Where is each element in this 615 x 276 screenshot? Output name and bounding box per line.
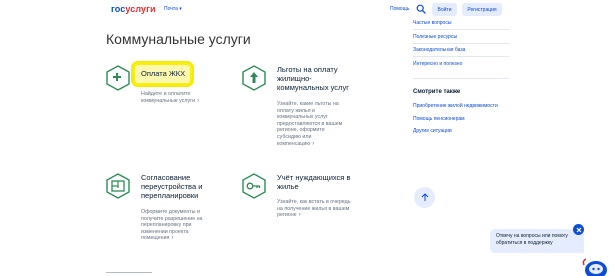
- help-link[interactable]: Помощь: [390, 6, 409, 12]
- gosuslugi-logo[interactable]: госуслуги: [111, 4, 156, 14]
- scroll-up-button[interactable]: [414, 187, 435, 208]
- chevron-right-icon[interactable]: ›: [197, 98, 199, 104]
- sidebar-divider: [413, 78, 509, 79]
- sidebar-link-other[interactable]: Другие ситуации: [413, 128, 452, 134]
- card-desc-replanning: Оформите документы и получите разрешение…: [141, 209, 203, 242]
- chevron-right-icon[interactable]: ›: [312, 141, 314, 147]
- sidebar-divider: [413, 56, 509, 57]
- sidebar-link-real-estate[interactable]: Приобретение жилой недвижимости: [413, 103, 498, 109]
- page-title: Коммунальные услуги: [106, 31, 251, 47]
- card-title-housing-queue[interactable]: Учёт нуждающихся в жилье: [277, 173, 357, 191]
- chevron-right-icon[interactable]: ›: [171, 235, 173, 241]
- card-title-zhkh[interactable]: Оплата ЖКХ: [141, 69, 189, 78]
- arrow-up-icon: [421, 193, 428, 201]
- key-icon: [242, 173, 266, 199]
- card-desc-benefits: Узнайте, какие льготы на оплату жилья и …: [277, 101, 343, 147]
- floorplan-icon: [106, 173, 130, 199]
- login-button[interactable]: Войти: [432, 3, 457, 16]
- register-button[interactable]: Регистрация: [462, 3, 502, 16]
- chevron-right-icon[interactable]: ›: [299, 212, 301, 218]
- card-desc-zhkh: Найдите и оплатите коммунальные услуги ›: [141, 91, 200, 104]
- sidebar-divider: [413, 29, 509, 30]
- sidebar-link-legislation[interactable]: Законодательная база: [413, 47, 465, 53]
- robot-assistant-icon[interactable]: [581, 256, 611, 276]
- search-icon[interactable]: [416, 4, 426, 14]
- top-header: госуслуги Почта ▾ Помощь Войти Регистрац…: [0, 0, 615, 20]
- card-desc-housing-queue: Узнайте, как встать в очередь на получен…: [277, 199, 351, 219]
- benefits-icon: [242, 65, 266, 91]
- sidebar-divider: [413, 43, 509, 44]
- sidebar-link-resources[interactable]: Полезные ресурсы: [413, 34, 457, 40]
- card-title-benefits[interactable]: Льготы на оплату жилищно-коммунальных ус…: [277, 65, 363, 92]
- sidebar-link-pensioners[interactable]: Помощь пенсионерам: [413, 116, 465, 122]
- footer-edge: [106, 272, 152, 276]
- card-title-replanning[interactable]: Согласование переустройства и перепланир…: [141, 173, 221, 200]
- sidebar-link-interesting[interactable]: Интересно и полезно: [413, 61, 462, 67]
- sidebar-link-faq[interactable]: Частые вопросы: [413, 20, 451, 26]
- see-also-heading: Смотрите также: [413, 89, 461, 95]
- chat-bubble[interactable]: Отвечу на вопросы или помогу обратиться …: [490, 229, 584, 253]
- close-icon[interactable]: [573, 224, 584, 235]
- location-selector[interactable]: Почта ▾: [164, 6, 182, 12]
- faucet-icon: [106, 65, 130, 91]
